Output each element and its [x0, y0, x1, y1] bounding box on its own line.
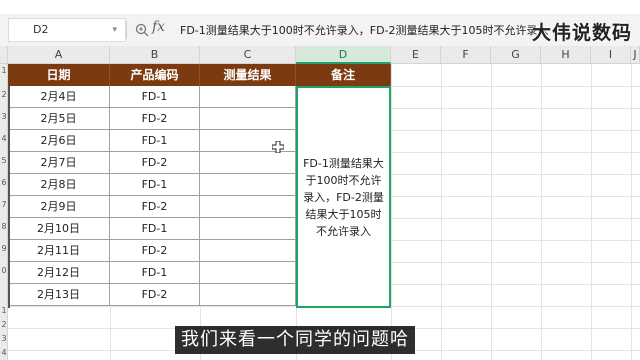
row-number[interactable]: 6	[0, 178, 8, 187]
cell-product-code[interactable]: FD-1	[110, 218, 200, 240]
merged-remark-cell[interactable]: FD-1测量结果大于100时不允许录入，FD-2测量结果大于105时不允许录入	[296, 86, 391, 308]
cell-date[interactable]: 2月7日	[8, 152, 110, 174]
chevron-down-icon[interactable]: ▾	[112, 19, 117, 41]
cell-product-code[interactable]: FD-2	[110, 108, 200, 130]
cell-measurement[interactable]	[200, 262, 296, 284]
cell-measurement[interactable]	[200, 86, 296, 108]
divider	[126, 21, 127, 39]
column-header-i[interactable]: I	[591, 46, 631, 64]
row-number[interactable]: 9	[0, 244, 8, 253]
cell-product-code[interactable]: FD-1	[110, 262, 200, 284]
cell-date[interactable]: 2月11日	[8, 240, 110, 262]
cell-date[interactable]: 2月5日	[8, 108, 110, 130]
cell-measurement[interactable]	[200, 152, 296, 174]
row-number[interactable]: 3	[0, 112, 8, 121]
row-number[interactable]: 4	[0, 348, 8, 357]
cell-date[interactable]: 2月10日	[8, 218, 110, 240]
row-header-strip	[0, 64, 8, 360]
cell-product-code[interactable]: FD-2	[110, 196, 200, 218]
cell-date[interactable]: 2月12日	[8, 262, 110, 284]
column-header-d[interactable]: D	[296, 46, 391, 64]
cell-measurement[interactable]	[200, 218, 296, 240]
select-all-corner[interactable]	[0, 46, 8, 64]
cell-product-code[interactable]: FD-2	[110, 284, 200, 306]
cell-date[interactable]: 2月8日	[8, 174, 110, 196]
header-measurement[interactable]: 测量结果	[200, 64, 296, 86]
column-header-h[interactable]: H	[541, 46, 591, 64]
table-border	[8, 86, 10, 308]
cell-product-code[interactable]: FD-1	[110, 174, 200, 196]
cell-measurement[interactable]	[200, 240, 296, 262]
column-header-b[interactable]: B	[110, 46, 200, 64]
column-header-e[interactable]: E	[391, 46, 441, 64]
row-number[interactable]: 1	[0, 306, 8, 315]
cell-date[interactable]: 2月13日	[8, 284, 110, 306]
fx-icon[interactable]: fx	[152, 19, 165, 35]
watermark: 大伟说数码	[531, 22, 632, 44]
column-header-a[interactable]: A	[8, 46, 110, 64]
row-number[interactable]: 7	[0, 200, 8, 209]
cell-measurement[interactable]	[200, 174, 296, 196]
cell-measurement[interactable]	[200, 108, 296, 130]
cell-product-code[interactable]: FD-2	[110, 240, 200, 262]
formula-input[interactable]: FD-1测量结果大于100时不允许录入，FD-2测量结果大于105时不允许录入	[180, 22, 549, 38]
cell-date[interactable]: 2月6日	[8, 130, 110, 152]
cell-product-code[interactable]: FD-1	[110, 86, 200, 108]
cell-date[interactable]: 2月4日	[8, 86, 110, 108]
header-product-code[interactable]: 产品编码	[110, 64, 200, 86]
cell-measurement[interactable]	[200, 196, 296, 218]
video-subtitle: 我们来看一个同学的问题哈	[175, 326, 415, 354]
row-number[interactable]: 0	[0, 266, 8, 275]
cell-product-code[interactable]: FD-2	[110, 152, 200, 174]
row-number[interactable]: 8	[0, 222, 8, 231]
column-header-c[interactable]: C	[200, 46, 296, 64]
header-date[interactable]: 日期	[8, 64, 110, 86]
row-number[interactable]: 5	[0, 156, 8, 165]
row-number[interactable]: 2	[0, 90, 8, 99]
name-box[interactable]: D2 ▾	[8, 18, 126, 42]
cell-reference: D2	[33, 23, 49, 36]
header-remark[interactable]: 备注	[296, 64, 391, 86]
row-number[interactable]: 3	[0, 334, 8, 343]
cell-cursor-icon	[272, 141, 284, 153]
cell-date[interactable]: 2月9日	[8, 196, 110, 218]
row-number[interactable]: 1	[0, 66, 8, 75]
formula-bar: D2 ▾ fx FD-1测量结果大于100时不允许录入，FD-2测量结果大于10…	[0, 14, 640, 47]
column-header-g[interactable]: G	[491, 46, 541, 64]
cell-product-code[interactable]: FD-1	[110, 130, 200, 152]
row-number[interactable]: 4	[0, 134, 8, 143]
column-header-j[interactable]: J	[631, 46, 640, 64]
row-number[interactable]: 2	[0, 320, 8, 329]
cell-measurement[interactable]	[200, 284, 296, 306]
column-header-f[interactable]: F	[441, 46, 491, 64]
zoom-icon[interactable]	[134, 22, 150, 38]
